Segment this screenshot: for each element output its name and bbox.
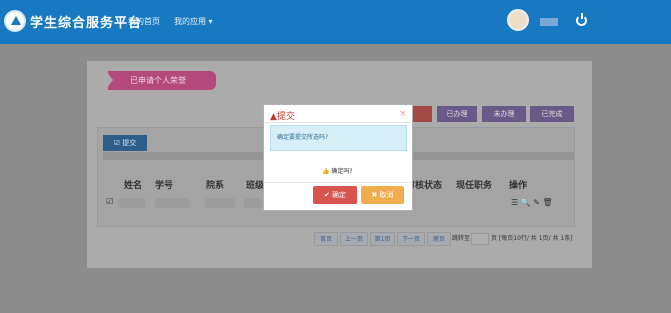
page-first[interactable]: 首页 [314,232,338,246]
submit-tab[interactable]: ☑ 提交 [103,135,147,151]
filter-completed[interactable]: 已完成 [530,106,574,122]
cell-dept-redacted [205,198,235,208]
avatar[interactable] [507,9,529,31]
filter-unprocessed[interactable]: 未办理 [482,106,526,122]
dialog-question-text: 确定吗? [331,168,353,175]
row-action-icons[interactable]: ☰ 🔍 ✎ 🗑 [511,198,553,207]
page-prev[interactable]: 上一页 [340,232,368,246]
power-icon[interactable] [576,13,587,26]
nav-my-apps[interactable]: 我的应用 ▾ [174,16,213,27]
top-bar: 学生综合服务平台 我的首页 我的应用 ▾ [0,0,671,44]
dialog-title: ▲提交 [270,109,295,122]
nav-home[interactable]: 我的首页 [128,16,160,27]
col-name: 姓名 [124,181,143,191]
dialog-message: 确定要提交所选吗? [270,125,407,151]
close-icon[interactable]: × [399,109,407,119]
col-student-id: 学号 [155,181,174,191]
thumbs-up-icon: 👍 [322,168,330,175]
dialog-divider [264,122,412,123]
section-ribbon: 已申请个人荣誉 [106,71,216,90]
filter-processed[interactable]: 已办理 [437,106,477,122]
goto-label: 跳转至 [452,235,471,242]
cell-id-redacted [155,198,190,208]
col-actions: 操作 [509,181,528,191]
warning-icon: ▲ [270,112,277,122]
cell-name-redacted [118,198,146,208]
page-next[interactable]: 下一页 [397,232,425,246]
page-last[interactable]: 尾页 [427,232,451,246]
pagination-summary: 页 [每页10行/ 共 1页/ 共 1条] [491,235,573,242]
filter-submitted[interactable] [410,106,432,122]
page-current[interactable]: 第1页 [370,232,395,246]
confirm-button[interactable]: ✔ 确定 [313,186,357,204]
brand-title: 学生综合服务平台 [30,16,143,31]
row-checkbox[interactable]: ☑ [106,197,113,206]
dialog-footer-divider [264,182,412,183]
goto-page-input[interactable] [471,233,489,245]
username-redacted [540,18,558,26]
col-position: 现任职务 [456,181,493,191]
col-department: 院系 [206,181,225,191]
cell-class-redacted [244,198,262,208]
col-class: 班级 [246,181,265,191]
dialog-question: 👍 确定吗? [322,166,353,175]
logo-icon [4,10,26,32]
dialog-title-text: 提交 [276,112,295,122]
cancel-button[interactable]: ✖ 取消 [361,186,404,204]
